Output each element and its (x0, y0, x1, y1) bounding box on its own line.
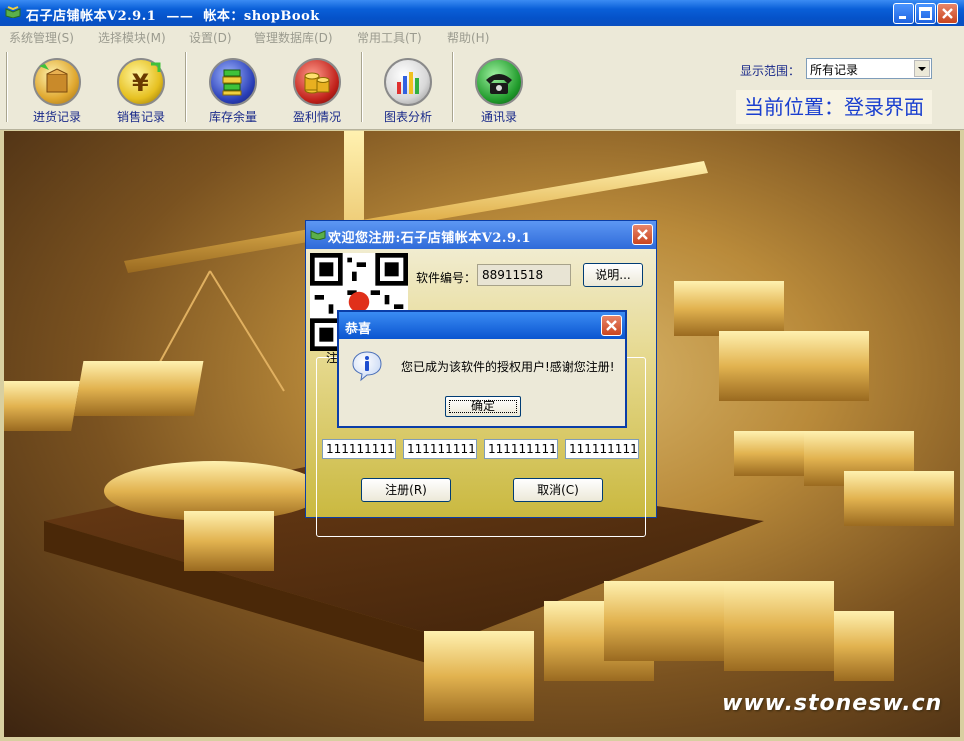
purchase-record-button[interactable]: 进货记录 (17, 54, 97, 128)
congrats-dialog-title: 恭喜 (345, 322, 372, 337)
menu-system[interactable]: 系统管理(S) (9, 29, 74, 46)
help-button[interactable]: 说明... (583, 263, 643, 287)
register-dialog-titlebar: 欢迎您注册:石子店铺帐本V2.9.1 (306, 221, 656, 249)
close-icon (942, 8, 953, 19)
registration-code-field-2[interactable]: 111111111 (403, 439, 477, 459)
toolbar-separator (6, 52, 8, 122)
congrats-dialog-close-button[interactable] (601, 315, 622, 336)
serial-number-label: 软件编号： (416, 271, 477, 285)
purchase-record-label: 进货记录 (32, 110, 81, 124)
window-title: 石子店铺帐本V2.9.1 —— 帐本：shopBook (26, 9, 320, 24)
close-icon (637, 229, 648, 240)
inventory-books-icon (209, 58, 257, 106)
toolbar-separator (185, 52, 187, 122)
app-book-icon (5, 6, 21, 18)
menu-tools[interactable]: 常用工具(T) (357, 29, 422, 46)
focus-ring (449, 400, 517, 413)
minimize-button[interactable] (893, 3, 914, 24)
close-button[interactable] (937, 3, 958, 24)
scope-label: 显示范围： (740, 64, 801, 78)
scope-value: 所有记录 (810, 63, 859, 77)
profit-label: 盈利情况 (292, 110, 341, 124)
menu-settings[interactable]: 设置(D) (189, 29, 232, 46)
menu-bar: 系统管理(S) 选择模块(M) 设置(D) 管理数据库(D) 常用工具(T) 帮… (0, 26, 964, 46)
menu-database[interactable]: 管理数据库(D) (254, 29, 333, 46)
scope-select[interactable]: 所有记录 (806, 58, 932, 79)
maximize-button[interactable] (915, 3, 936, 24)
telephone-icon (475, 58, 523, 106)
ok-button[interactable]: 确定 (445, 396, 521, 417)
congrats-dialog: 恭喜 您已成为该软件的授权用户!感谢您注册! 确定 (337, 310, 627, 428)
purchase-box-icon (33, 58, 81, 106)
cancel-button[interactable]: 取消(C) (513, 478, 603, 502)
sales-record-button[interactable]: ¥ 销售记录 (101, 54, 181, 128)
toolbar-separator (361, 52, 363, 122)
registration-code-field-3[interactable]: 111111111 (484, 439, 558, 459)
close-icon (606, 320, 617, 331)
inventory-label: 库存余量 (208, 110, 257, 124)
menu-select-module[interactable]: 选择模块(M) (98, 29, 166, 46)
registration-code-field-4[interactable]: 111111111 (565, 439, 639, 459)
registration-code-field-1[interactable]: 111111111 (322, 439, 396, 459)
register-dialog-close-button[interactable] (632, 224, 653, 245)
profit-button[interactable]: 盈利情况 (277, 54, 357, 128)
svg-text:¥: ¥ (132, 69, 149, 97)
contacts-button[interactable]: 通讯录 (459, 54, 539, 128)
chart-analysis-label: 图表分析 (383, 110, 432, 124)
contacts-label: 通讯录 (480, 110, 517, 124)
toolbar-separator (452, 52, 454, 122)
bar-chart-icon (384, 58, 432, 106)
chevron-down-icon[interactable] (914, 60, 930, 77)
congrats-message: 您已成为该软件的授权用户!感谢您注册! (401, 360, 615, 374)
register-button[interactable]: 注册(R) (361, 478, 451, 502)
congrats-dialog-titlebar: 恭喜 (339, 312, 625, 339)
current-location: 当前位置：登录界面 (736, 90, 932, 124)
chart-analysis-button[interactable]: 图表分析 (368, 54, 448, 128)
minimize-icon (899, 16, 906, 19)
website-watermark: www.stonesw.cn (722, 691, 943, 716)
coin-stack-icon (293, 58, 341, 106)
toolbar: 进货记录 ¥ 销售记录 库存余量 盈利情况 图表分析 通讯录 显示范围： 所有记… (0, 46, 964, 130)
serial-number-field[interactable]: 88911518 (477, 264, 571, 286)
register-dialog-title: 欢迎您注册:石子店铺帐本V2.9.1 (328, 231, 532, 246)
app-book-icon (310, 230, 326, 240)
main-titlebar: 石子店铺帐本V2.9.1 —— 帐本：shopBook (0, 0, 964, 26)
inventory-button[interactable]: 库存余量 (193, 54, 273, 128)
sales-record-label: 销售记录 (116, 110, 165, 124)
maximize-icon (919, 7, 932, 20)
menu-help[interactable]: 帮助(H) (447, 29, 489, 46)
info-icon (352, 351, 382, 382)
yen-coin-icon: ¥ (117, 58, 165, 106)
